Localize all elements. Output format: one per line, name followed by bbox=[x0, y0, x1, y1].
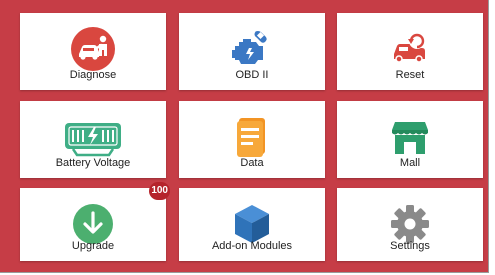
mall-label: Mall bbox=[399, 157, 421, 169]
home-screen: Diagnose OBD II Reset Battery Voltage Da… bbox=[0, 0, 489, 273]
car-reset-icon bbox=[387, 27, 433, 71]
store-icon bbox=[387, 115, 433, 159]
diagnose-tile[interactable]: Diagnose bbox=[20, 13, 166, 90]
engine-wrench-icon bbox=[229, 27, 275, 71]
obd2-tile[interactable]: OBD II bbox=[179, 13, 325, 90]
battery-voltage-tile[interactable]: Battery Voltage bbox=[20, 101, 166, 178]
data-tile[interactable]: Data bbox=[179, 101, 325, 178]
upgrade-label: Upgrade bbox=[71, 240, 115, 252]
data-label: Data bbox=[240, 157, 264, 169]
settings-label: Settings bbox=[390, 240, 430, 252]
reset-tile[interactable]: Reset bbox=[337, 13, 483, 90]
car-mechanic-icon bbox=[70, 27, 116, 71]
diagnose-label: Diagnose bbox=[69, 69, 117, 81]
mall-tile[interactable]: Mall bbox=[337, 101, 483, 178]
settings-tile[interactable]: Settings bbox=[337, 188, 483, 261]
battery-bolt-icon bbox=[63, 115, 123, 159]
add-on-modules-tile[interactable]: Add-on Modules bbox=[179, 188, 325, 261]
obd2-label: OBD II bbox=[235, 69, 269, 81]
update-count-badge: 100 bbox=[149, 182, 170, 200]
add-on-modules-label: Add-on Modules bbox=[211, 240, 293, 252]
battery-voltage-label: Battery Voltage bbox=[55, 157, 131, 169]
document-stack-icon bbox=[229, 115, 275, 159]
reset-label: Reset bbox=[395, 69, 425, 81]
upgrade-tile[interactable]: Upgrade 100 bbox=[20, 182, 170, 261]
